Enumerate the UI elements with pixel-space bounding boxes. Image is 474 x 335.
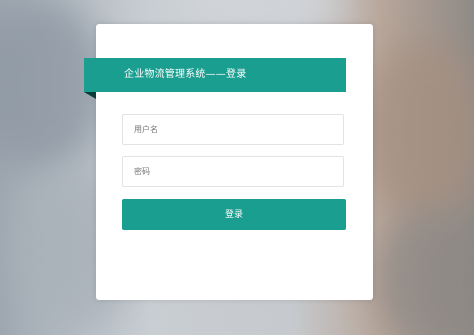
banner-fold — [84, 92, 96, 99]
password-input[interactable] — [122, 156, 344, 187]
background-blur-shape — [375, 210, 474, 335]
login-card: 企业物流管理系统——登录 登录 — [84, 24, 373, 300]
login-title-banner: 企业物流管理系统——登录 — [84, 58, 346, 92]
login-title: 企业物流管理系统——登录 — [124, 69, 247, 80]
background-blur-shape — [360, 40, 474, 220]
username-input[interactable] — [122, 114, 344, 145]
login-button[interactable]: 登录 — [122, 199, 346, 230]
